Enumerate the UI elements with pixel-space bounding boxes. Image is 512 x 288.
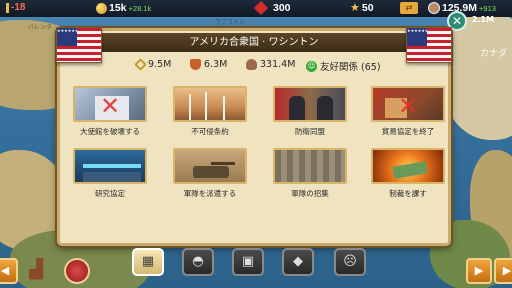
tab-gift[interactable]: ▣ <box>232 248 264 276</box>
diplomacy-dialog: アメリカ合衆国 · ワシントン ★★★★★★★★★★★★ ★★★★★★★★★★★… <box>56 27 452 246</box>
gift-button[interactable] <box>64 258 90 284</box>
usa-flag-icon: ★★★★★★★★★★★★ <box>56 27 102 63</box>
map-label: バレンタ <box>28 24 53 31</box>
level-value: -18 <box>11 2 26 13</box>
side-population: 2.1M <box>471 15 494 24</box>
play-icon: ▶ <box>474 264 484 277</box>
stat-population-value: 331.4M <box>260 59 296 70</box>
building-icon: ▦ <box>141 254 155 269</box>
boot-button[interactable]: ▟ <box>24 258 48 282</box>
action-label: 軍隊を派遣する <box>183 189 237 198</box>
stat-military-value: 6.3M <box>204 59 228 70</box>
left-arrow-button[interactable]: ◀ <box>0 258 18 284</box>
crate-icon: ◆ <box>293 254 303 269</box>
fast-forward-icon: ▶ <box>502 264 512 277</box>
map-label: ラブラドル <box>215 19 246 26</box>
play-button[interactable]: ▶ <box>466 258 492 284</box>
action-rally-troops[interactable]: 軍隊の招集 <box>272 148 348 199</box>
level-indicator: -18 <box>6 2 25 13</box>
tab-relations[interactable]: ☹ <box>334 248 366 276</box>
boot-icon: ▟ <box>29 259 43 280</box>
smiley-face-icon: ☺ <box>306 60 317 72</box>
swap-arrows-icon: ⇄ <box>400 2 418 14</box>
bottom-bar: ◀ ▟ ▦ ◓ ▣ ◆ ☹ ▶ ▶ <box>0 246 512 288</box>
gold-coin-icon <box>96 2 107 14</box>
gold-income: +28.1k <box>128 3 152 13</box>
tab-military[interactable]: ◓ <box>182 248 214 276</box>
star-value: 50 <box>361 2 374 14</box>
tab-diplomacy[interactable]: ▦ <box>132 248 164 276</box>
population-income: +913 <box>479 3 496 13</box>
money-burning-icon <box>371 148 445 184</box>
action-label: 大使館を破壊する <box>80 127 140 136</box>
gem-counter[interactable]: 300 <box>253 0 291 16</box>
action-label: 防衛同盟 <box>295 127 325 136</box>
star-icon: ★ <box>350 1 360 14</box>
map-label-canada: カナダ <box>480 49 508 59</box>
action-non-aggression-pact[interactable]: 不可侵条約 <box>172 86 248 137</box>
wind-turbines-icon <box>173 86 247 122</box>
stat-relation-value: 友好関係 (65) <box>320 62 381 73</box>
country-stats: 9.5M 6.3M 331.4M ☺ 友好関係 (65) <box>60 58 448 75</box>
star-counter[interactable]: ★ 50 <box>350 2 374 14</box>
fast-forward-button[interactable]: ▶ <box>494 258 512 284</box>
usa-flag-icon: ★★★★★★★★★★★★ <box>406 27 452 63</box>
diamond-coin-icon <box>134 58 147 71</box>
stat-military: 6.3M <box>190 59 227 70</box>
gold-counter[interactable]: 15k +28.1k <box>96 2 151 14</box>
action-label: 軍隊の招集 <box>291 189 329 198</box>
stat-relation: ☺ 友好関係 (65) <box>306 59 381 73</box>
stat-gold-value: 9.5M <box>148 59 172 70</box>
gem-value: 300 <box>273 2 291 14</box>
top-resource-bar: -18 15k +28.1k 300 ★ 50 ⇄ 125.9M +913 <box>0 0 512 17</box>
person-icon <box>246 59 257 70</box>
soldiers-rally-icon <box>273 148 347 184</box>
dialog-title: アメリカ合衆国 · ワシントン <box>62 33 446 52</box>
action-label: 貿易協定を終了 <box>381 127 435 136</box>
shield-sword-icon <box>190 59 201 70</box>
trade-cancelled-icon: ✕ <box>371 86 445 122</box>
stat-gold: 9.5M <box>134 58 172 71</box>
close-icon: ✕ <box>451 14 463 28</box>
angry-face-icon: ☹ <box>343 254 357 269</box>
action-label: 制裁を課す <box>389 189 427 198</box>
gem-icon <box>253 0 269 16</box>
action-label: 研究協定 <box>95 189 125 198</box>
arrow-left-icon: ◀ <box>0 264 10 277</box>
action-end-trade-agreement[interactable]: ✕ 貿易協定を終了 <box>370 86 446 137</box>
swap-button[interactable]: ⇄ <box>400 2 418 14</box>
gift-box-icon: ▣ <box>241 254 255 269</box>
action-destroy-embassy[interactable]: ✕ 大使館を破壊する <box>72 86 148 137</box>
leaders-handshake-icon <box>273 86 347 122</box>
embassy-destroyed-icon: ✕ <box>73 86 147 122</box>
helmet-icon: ◓ <box>192 254 204 269</box>
tab-trade[interactable]: ◆ <box>282 248 314 276</box>
action-impose-sanctions[interactable]: 制裁を課す <box>370 148 446 199</box>
tank-desert-icon <box>173 148 247 184</box>
stat-population: 331.4M <box>246 59 295 70</box>
action-defense-alliance[interactable]: 防衛同盟 <box>272 86 348 137</box>
action-research-agreement[interactable]: 研究協定 <box>72 148 148 199</box>
gold-value: 15k <box>109 2 127 14</box>
action-send-troops[interactable]: 軍隊を派遣する <box>172 148 248 199</box>
action-label: 不可侵条約 <box>191 127 229 136</box>
research-lab-icon <box>73 148 147 184</box>
population-avatar-icon <box>428 2 440 14</box>
level-marker-icon <box>6 2 9 13</box>
